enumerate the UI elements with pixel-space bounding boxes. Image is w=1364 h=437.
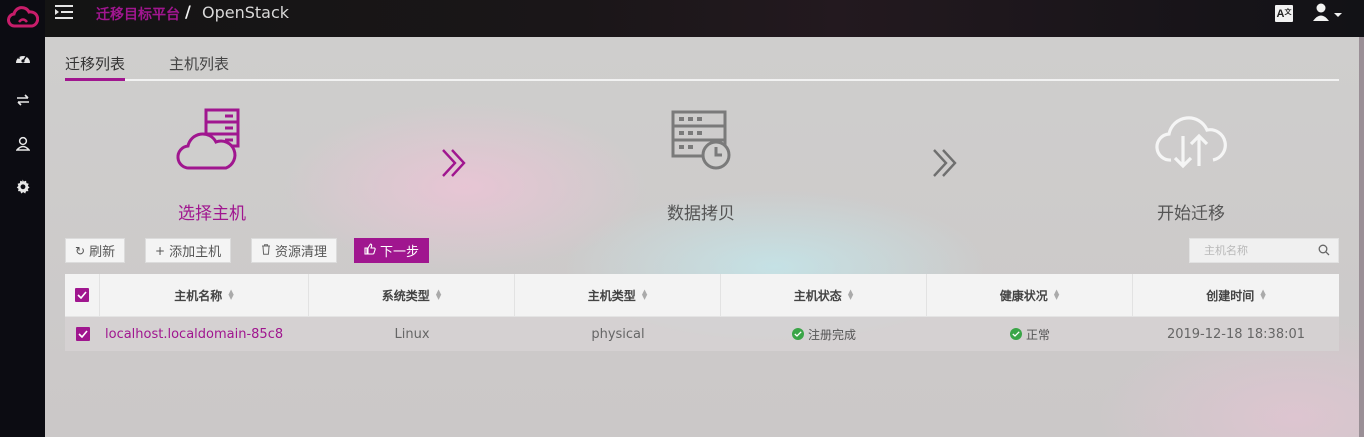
user-menu-button[interactable] xyxy=(1312,2,1344,24)
chevron-right-icon xyxy=(933,149,957,177)
cleanup-button[interactable]: 资源清理 xyxy=(251,238,338,263)
plus-icon: + xyxy=(155,243,166,258)
column-header-os-type[interactable]: 系统类型 ▲ ▼ xyxy=(309,274,515,316)
select-all-cell xyxy=(65,274,100,316)
host-name-link[interactable]: localhost.localdomain-85c8 xyxy=(100,317,309,351)
step-label: 开始迁移 xyxy=(1157,204,1225,224)
table-header: 主机名称 ▲ ▼ 系统类型 ▲ ▼ 主机类型 ▲ ▼ 主机状态 ▲ ▼ 健康状况 ▲ ▼ … xyxy=(65,274,1339,317)
step-label: 选择主机 xyxy=(178,204,246,224)
chevron-right-icon xyxy=(442,149,466,177)
trash-icon xyxy=(261,243,271,258)
transfer-icon[interactable] xyxy=(0,86,45,114)
server-clock-icon xyxy=(591,97,811,181)
refresh-button[interactable]: ↻ 刷新 xyxy=(65,238,126,263)
health-status-cell: 正常 xyxy=(927,317,1133,351)
add-host-button[interactable]: + 添加主机 xyxy=(145,238,232,263)
step-label: 数据拷贝 xyxy=(667,204,735,224)
host-table: 主机名称 ▲ ▼ 系统类型 ▲ ▼ 主机类型 ▲ ▼ 主机状态 ▲ ▼ 健康状况 ▲ ▼ … xyxy=(65,274,1339,351)
sort-icon: ▲ ▼ xyxy=(228,288,234,301)
sort-icon: ▲ ▼ xyxy=(1260,288,1266,301)
cloud-server-icon xyxy=(102,97,322,181)
thumbs-up-icon xyxy=(364,243,376,258)
tab-migration-list[interactable]: 迁移列表 xyxy=(65,53,126,81)
breadcrumb-current: OpenStack xyxy=(202,3,290,22)
sort-icon: ▲ ▼ xyxy=(847,288,854,301)
table-row[interactable]: localhost.localdomain-85c8 Linux physica… xyxy=(65,317,1339,351)
column-header-host-type[interactable]: 主机类型 ▲ ▼ xyxy=(515,274,721,316)
os-type-cell: Linux xyxy=(394,326,430,342)
sort-icon: ▲ ▼ xyxy=(435,288,442,301)
row-select-cell xyxy=(65,317,100,351)
column-header-host-status[interactable]: 主机状态 ▲ ▼ xyxy=(721,274,927,316)
next-step-button[interactable]: 下一步 xyxy=(354,238,430,263)
cloud-logo-icon[interactable] xyxy=(0,0,45,36)
sort-icon: ▲ ▼ xyxy=(1053,288,1060,301)
tab-host-list[interactable]: 主机列表 xyxy=(169,53,229,81)
top-bar: 迁移目标平台 / OpenStack A文 xyxy=(45,0,1364,37)
select-all-checkbox[interactable] xyxy=(75,288,89,302)
host-search-box xyxy=(1189,238,1339,263)
left-sidebar xyxy=(0,0,45,437)
step-data-copy[interactable]: 数据拷贝 xyxy=(591,97,811,224)
language-icon[interactable]: A文 xyxy=(1275,5,1293,22)
sort-icon: ▲ ▼ xyxy=(641,288,648,301)
search-icon[interactable] xyxy=(1318,244,1330,260)
breadcrumb-platform[interactable]: 迁移目标平台 xyxy=(96,4,180,24)
column-header-host-name[interactable]: 主机名称 ▲ ▼ xyxy=(100,274,309,316)
right-edge-strip xyxy=(1359,37,1364,437)
check-circle-icon xyxy=(1009,328,1022,340)
check-circle-icon xyxy=(791,328,804,340)
cloud-sync-icon xyxy=(1081,97,1301,181)
host-status-cell: 注册完成 xyxy=(721,317,927,351)
breadcrumb-separator: / xyxy=(185,2,191,21)
row-checkbox[interactable] xyxy=(75,327,90,341)
migration-steps: 选择主机 数据拷贝 开始迁移 xyxy=(45,97,1359,227)
column-header-created-time[interactable]: 创建时间 ▲ ▼ xyxy=(1133,274,1339,316)
column-header-health[interactable]: 健康状况 ▲ ▼ xyxy=(927,274,1133,316)
created-time-cell: 2019-12-18 18:38:01 xyxy=(1166,326,1306,342)
gear-icon[interactable] xyxy=(0,172,45,200)
refresh-icon: ↻ xyxy=(75,243,86,258)
user-icon[interactable] xyxy=(0,129,45,157)
tab-bar: 迁移列表 主机列表 xyxy=(65,51,1339,81)
step-select-host[interactable]: 选择主机 xyxy=(102,97,322,224)
step-start-migration[interactable]: 开始迁移 xyxy=(1081,97,1301,224)
search-input[interactable] xyxy=(1190,244,1310,257)
dashboard-icon[interactable] xyxy=(0,44,45,72)
main-content: 迁移列表 主机列表 选择主机 数据拷贝 开始迁移 ↻ 刷新 + 添加主机 资源清… xyxy=(45,37,1359,437)
menu-toggle-icon[interactable] xyxy=(55,5,75,21)
host-type-cell: physical xyxy=(591,326,645,342)
